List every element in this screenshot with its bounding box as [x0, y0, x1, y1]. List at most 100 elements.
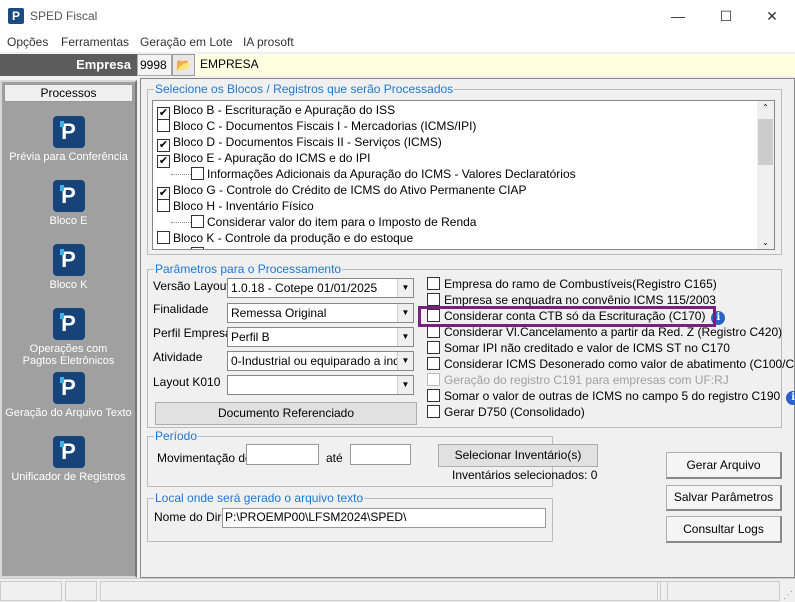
atividade-select[interactable]: 0-Industrial ou equiparado a indust ▼ — [227, 351, 414, 371]
scroll-thumb[interactable] — [758, 119, 773, 165]
process-bloco-e[interactable]: P Bloco E — [2, 180, 135, 227]
checkbox[interactable] — [157, 231, 170, 244]
movimentacao-label: Movimentação de — [157, 451, 252, 465]
periodo-ate-input[interactable] — [350, 444, 411, 465]
resize-grip-icon[interactable]: ⋰ — [783, 590, 793, 601]
gerar-arquivo-button[interactable]: Gerar Arquivo — [666, 452, 782, 479]
process-unificador[interactable]: P Unificador de Registros — [2, 436, 135, 483]
option-checkbox[interactable]: Considerar ICMS Desonerado como valor de… — [427, 357, 795, 373]
menu-opcoes[interactable]: Opções — [7, 35, 48, 49]
select-value: Remessa Original — [231, 306, 327, 320]
title-bar: P SPED Fiscal — ☐ ✕ — [0, 0, 795, 32]
option-checkbox[interactable]: Empresa do ramo de Combustíveis(Registro… — [427, 277, 717, 293]
menu-ia-prosoft[interactable]: IA prosoft — [243, 35, 294, 49]
checkbox — [427, 373, 440, 386]
option-label: Geração do registro C191 para empresas c… — [444, 373, 729, 387]
checkbox[interactable] — [157, 199, 170, 212]
dropdown-arrow-icon[interactable]: ▼ — [397, 279, 413, 297]
consultar-logs-button[interactable]: Consultar Logs — [666, 516, 782, 543]
scroll-down-icon[interactable]: ⌄ — [757, 238, 774, 247]
process-gerar-texto[interactable]: P Geração do Arquivo Texto — [2, 372, 135, 419]
bloco-label: Informações Adicionais da Apuração do IC… — [207, 167, 576, 181]
maximize-button[interactable]: ☐ — [711, 6, 741, 26]
periodo-de-input[interactable] — [246, 444, 319, 465]
option-checkbox[interactable]: Somar IPI não creditado e valor de ICMS … — [427, 341, 730, 357]
bloco-label: Bloco D - Documentos Fiscais II - Serviç… — [173, 135, 442, 149]
blocos-list[interactable]: ⌃ ⌄ ✔ Bloco B - Escrituração e Apuração d… — [152, 100, 775, 250]
bloco-item[interactable]: ✔ Bloco D - Documentos Fiscais II - Servi… — [157, 135, 442, 152]
versao-layout-select[interactable]: 1.0.18 - Cotepe 01/01/2025 ▼ — [227, 278, 414, 298]
layout-k010-select[interactable]: ▼ — [227, 375, 414, 395]
close-button[interactable]: ✕ — [757, 6, 787, 26]
process-bloco-k[interactable]: P Bloco K — [2, 244, 135, 291]
bloco-label: Bloco K - Controle da produção e do esto… — [173, 231, 414, 245]
local-legend: Local onde será gerado o arquivo texto — [155, 491, 364, 505]
bloco-item[interactable]: Informações Adicionais da Apuração do IC… — [157, 167, 576, 183]
bloco-item[interactable]: Bloco C - Documentos Fiscais I - Mercado… — [157, 119, 476, 135]
checkbox[interactable] — [427, 357, 440, 370]
process-label: Bloco K — [49, 279, 88, 291]
checkbox[interactable] — [427, 293, 440, 306]
list-scrollbar[interactable]: ⌃ ⌄ — [757, 101, 774, 249]
open-folder-icon[interactable]: 📂 — [172, 54, 195, 76]
process-label: Unificador de Registros — [11, 471, 126, 483]
checkbox[interactable] — [191, 167, 204, 180]
checkbox[interactable] — [157, 119, 170, 132]
highlight-box — [418, 306, 716, 327]
checkbox[interactable] — [427, 405, 440, 418]
process-pagtos-eletronicos[interactable]: P Operações com Pagtos Eletrônicos — [2, 308, 135, 367]
checkbox[interactable] — [427, 389, 440, 402]
status-bar: ⋰ — [0, 578, 795, 602]
bloco-item[interactable]: Bloco H - Inventário Físico — [157, 199, 314, 215]
bloco-item[interactable]: ✔ Bloco G - Controle do Crédito de ICMS d… — [157, 183, 527, 200]
select-value: Perfil B — [231, 330, 270, 344]
salvar-parametros-button[interactable]: Salvar Parâmetros — [666, 485, 782, 511]
checkbox[interactable] — [427, 341, 440, 354]
option-checkbox[interactable]: Gerar D750 (Consolidado) — [427, 405, 585, 421]
finalidade-label: Finalidade — [153, 302, 209, 316]
dropdown-arrow-icon[interactable]: ▼ — [397, 328, 413, 346]
status-panel — [558, 581, 668, 601]
perfil-empresa-select[interactable]: Perfil B ▼ — [227, 327, 414, 347]
bloco-item-partial[interactable] — [157, 247, 207, 249]
parametros-legend: Parâmetros para o Processamento — [155, 262, 342, 276]
processos-header[interactable]: Processos — [4, 84, 133, 102]
info-icon[interactable]: i — [786, 391, 795, 405]
dropdown-arrow-icon[interactable]: ▼ — [397, 352, 413, 370]
processos-panel: Processos P Prévia para Conferência P Bloc… — [0, 80, 137, 578]
checkbox[interactable] — [191, 247, 204, 249]
bloco-item[interactable]: Considerar valor do item para o Imposto … — [157, 215, 476, 231]
minimize-button[interactable]: — — [663, 6, 693, 26]
documento-referenciado-button[interactable]: Documento Referenciado — [155, 402, 417, 425]
dropdown-arrow-icon[interactable]: ▼ — [397, 376, 413, 394]
bloco-item[interactable]: ✔ Bloco E - Apuração do ICMS e do IPI — [157, 151, 370, 168]
finalidade-select[interactable]: Remessa Original ▼ — [227, 303, 414, 323]
status-panel — [65, 581, 97, 601]
process-label: Operações com Pagtos Eletrônicos — [22, 343, 115, 367]
bloco-label: Considerar valor do item para o Imposto … — [207, 215, 477, 229]
process-previa[interactable]: P Prévia para Conferência — [2, 116, 135, 163]
dropdown-arrow-icon[interactable]: ▼ — [397, 304, 413, 322]
bloco-item[interactable]: ✔ Bloco B - Escrituração e Apuração do IS… — [157, 103, 396, 120]
option-checkbox: Geração do registro C191 para empresas c… — [427, 373, 729, 389]
checkbox[interactable] — [191, 215, 204, 228]
option-checkbox[interactable]: Considerar Vl.Cancelamento a partir da R… — [427, 325, 782, 341]
bloco-label: Bloco B - Escrituração e Apuração do ISS — [173, 103, 396, 117]
inventarios-selecionados: Inventários selecionados: 0 — [452, 468, 598, 482]
versao-layout-label: Versão Layout — [153, 279, 230, 293]
menu-geracao-lote[interactable]: Geração em Lote — [140, 35, 233, 49]
bloco-label: Bloco C - Documentos Fiscais I - Mercado… — [173, 119, 477, 133]
option-label: Considerar ICMS Desonerado como valor de… — [444, 357, 795, 371]
selecionar-inventario-button[interactable]: Selecionar Inventário(s) — [438, 444, 598, 467]
option-checkbox[interactable]: Somar o valor de outras de ICMS no campo… — [427, 389, 795, 405]
app-logo-icon: P — [8, 8, 24, 24]
diretorio-input[interactable]: P:\PROEMP00\LFSM2024\SPED\ — [222, 508, 546, 528]
select-value: 1.0.18 - Cotepe 01/01/2025 — [231, 281, 378, 295]
checkbox[interactable] — [427, 277, 440, 290]
empresa-code-input[interactable]: 9998 — [137, 54, 172, 76]
menu-ferramentas[interactable]: Ferramentas — [61, 35, 129, 49]
option-label: Somar o valor de outras de ICMS no campo… — [444, 389, 781, 403]
empresa-name-field[interactable]: EMPRESA — [196, 54, 795, 76]
scroll-up-icon[interactable]: ⌃ — [757, 103, 774, 112]
bloco-item[interactable]: Bloco K - Controle da produção e do esto… — [157, 231, 413, 247]
